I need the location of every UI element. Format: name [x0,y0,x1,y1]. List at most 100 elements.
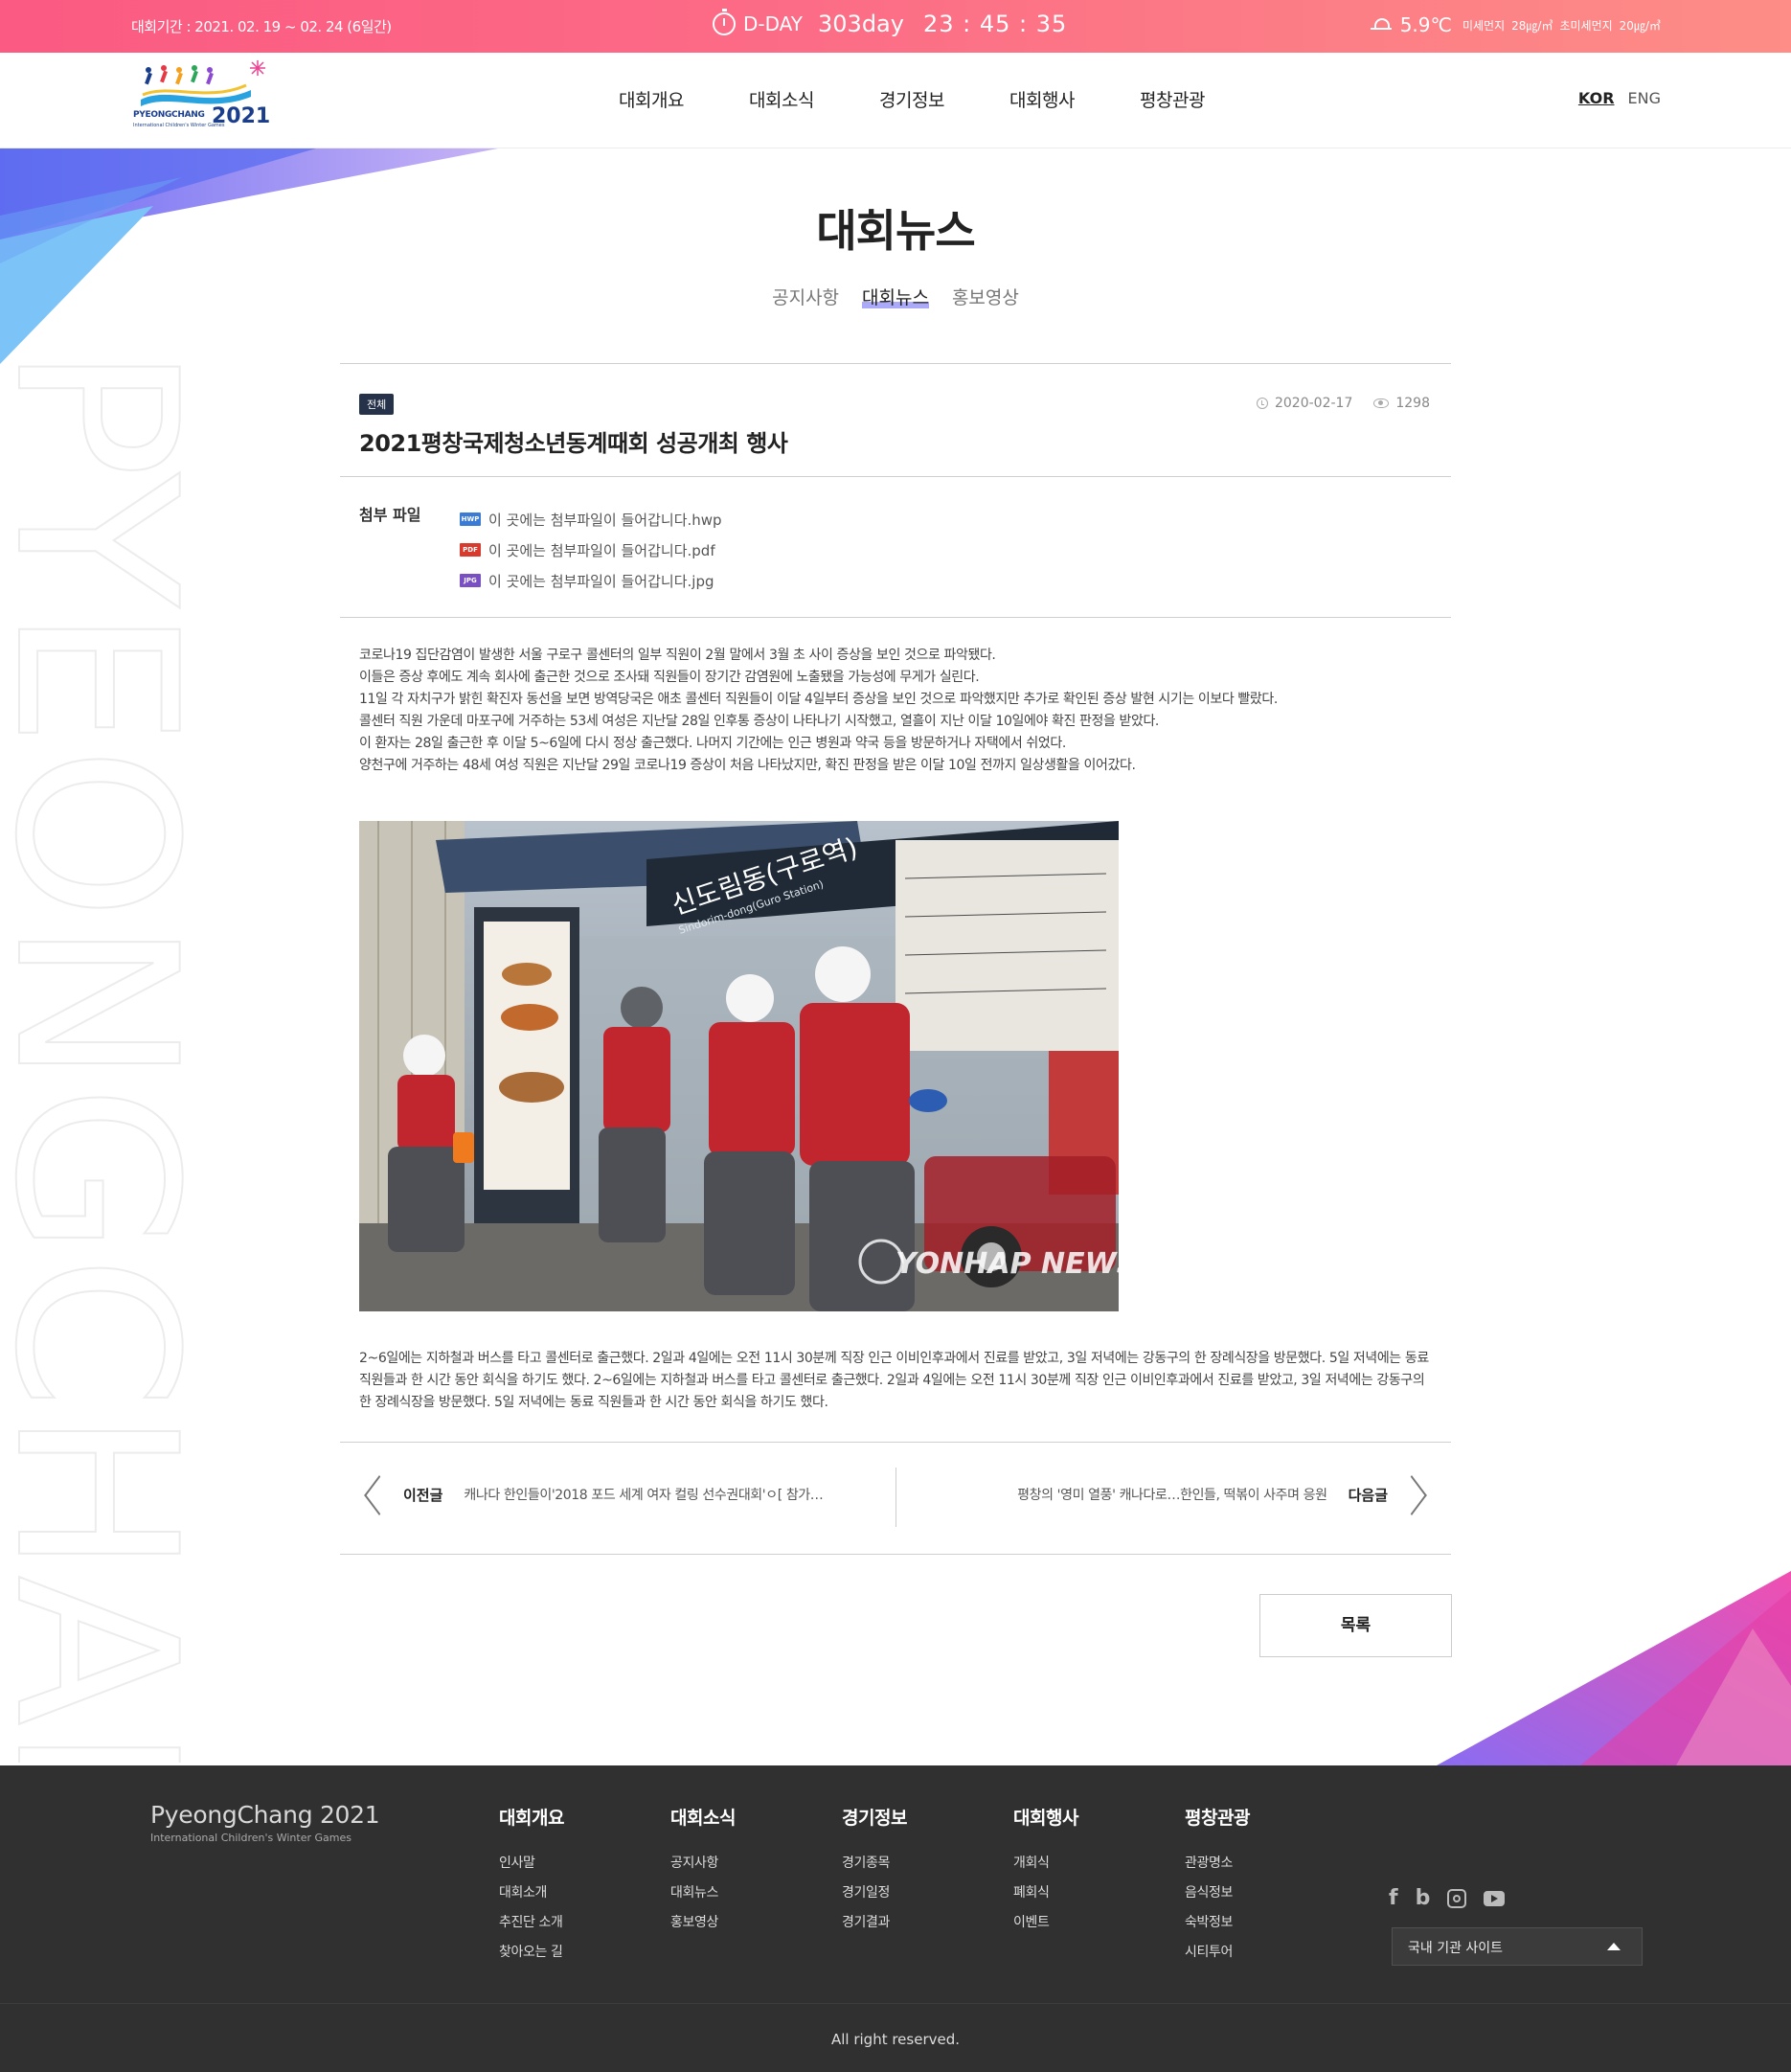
main-nav: 대회개요 대회소식 경기정보 대회행사 평창관광 [619,86,1270,112]
footer-sitemap: 대회개요 인사말 대회소개 추진단 소개 찾아오는 길 대회소식 공지사항 대회… [499,1804,1356,1968]
ultrafine-label: 초미세먼지 [1559,18,1613,33]
article-views-item: 1298 [1373,396,1430,411]
footer-link[interactable]: 대회소개 [499,1878,670,1908]
footer-link[interactable]: 관광명소 [1185,1849,1356,1878]
next-label: 다음글 [1348,1486,1388,1504]
facebook-icon[interactable]: f [1389,1886,1398,1910]
article-title: 2021평창국제청소년동계때회 성공개최 행사 [359,430,788,457]
footer-col-title[interactable]: 경기정보 [842,1804,1013,1830]
footer-link[interactable]: 대회뉴스 [670,1878,842,1908]
site-header: PYEONGCHANG 2021 International Children'… [0,53,1791,148]
footer-link[interactable]: 이벤트 [1013,1908,1185,1938]
jpg-file-icon: JPG [460,574,481,587]
blog-icon[interactable]: b [1416,1886,1431,1910]
attachment-item[interactable]: JPG 이 곳에는 첨부파일이 들어갑니다.jpg [460,565,722,596]
footer-link[interactable]: 시티투어 [1185,1938,1356,1968]
prev-title[interactable]: 캐나다 한인들이'2018 포드 세계 여자 컬링 선수권대회'ㅇ[ 참가… [464,1485,823,1504]
footer-link[interactable]: 추진단 소개 [499,1908,670,1938]
footer-col-title[interactable]: 대회소식 [670,1804,842,1830]
nav-item-news[interactable]: 대회소식 [749,86,879,112]
article-paragraph: 이들은 증상 후에도 계속 회사에 출근한 것으로 조사돼 직원들이 장기간 감… [359,670,980,685]
footer-link[interactable]: 공지사항 [670,1849,842,1878]
dday-counter: D-DAY 303day 23 : 45 : 35 [713,9,1068,37]
youtube-icon[interactable] [1484,1890,1506,1906]
site-logo[interactable]: PYEONGCHANG 2021 International Children'… [131,57,270,137]
chevron-right-icon[interactable] [1409,1475,1430,1514]
attachment-item[interactable]: PDF 이 곳에는 첨부파일이 들어갑니다.pdf [460,535,722,565]
page-title: 대회뉴스 [816,205,975,257]
disinfection-workers-photo: 신도림동(구로역) Sindorim-dong(Guro Station) YO… [359,821,1119,1311]
ultrafine-value: 20㎍/㎥ [1619,18,1661,33]
footer-col-title[interactable]: 대회행사 [1013,1804,1185,1830]
attachment-name[interactable]: 이 곳에는 첨부파일이 들어갑니다.jpg [488,571,714,591]
footer-divider [0,2003,1791,2004]
footer-link[interactable]: 폐회식 [1013,1878,1185,1908]
chevron-left-icon[interactable] [361,1475,382,1514]
footer-col-game-info: 경기정보 경기종목 경기일정 경기결과 [842,1804,1013,1968]
footer-link[interactable]: 홍보영상 [670,1908,842,1938]
tab-promo-video[interactable]: 홍보영상 [952,284,1019,309]
hwp-file-icon: HWP [460,512,481,526]
footer-col-title[interactable]: 대회개요 [499,1804,670,1830]
list-button[interactable]: 목록 [1259,1594,1452,1657]
logo-subtitle: International Children's Winter Games [133,123,225,128]
footer-logo[interactable]: PyeongChang 2021 International Children'… [150,1801,380,1844]
sub-tabs: 공지사항 대회뉴스 홍보영상 [0,284,1791,309]
article-date: 2020-02-17 [1274,396,1353,411]
lang-kor[interactable]: KOR [1578,89,1615,107]
article: 전체 2021평창국제청소년동계때회 성공개최 행사 2020-02-17 12… [340,363,1451,1555]
article-paragraph: 콜센터 직원 가운데 마포구에 거주하는 53세 여성은 지난달 28일 인후통… [359,714,1159,729]
footer-link[interactable]: 개회식 [1013,1849,1185,1878]
dust-label: 미세먼지 [1462,18,1506,33]
attachment-item[interactable]: HWP 이 곳에는 첨부파일이 들어갑니다.hwp [460,504,722,535]
post-navigation: 이전글 캐나다 한인들이'2018 포드 세계 여자 컬링 선수권대회'ㅇ[ 참… [340,1443,1451,1554]
article-header: 전체 2021평창국제청소년동계때회 성공개최 행사 2020-02-17 12… [340,364,1451,476]
skaters-emblem [141,60,265,106]
footer-link[interactable]: 음식정보 [1185,1878,1356,1908]
language-switch: KOR ENG [1578,89,1661,107]
article-paragraph: 11일 각 자치구가 밝힌 확진자 동선을 보면 방역당국은 애초 콜센터 직원… [359,692,1278,707]
pdf-file-icon: PDF [460,543,481,557]
attachment-name[interactable]: 이 곳에는 첨부파일이 들어갑니다.hwp [488,510,722,530]
related-sites-select[interactable]: 국내 기관 사이트 [1392,1927,1643,1966]
nav-item-game-info[interactable]: 경기정보 [879,86,1009,112]
article-paragraph: 2~6일에는 지하철과 버스를 타고 콜센터로 출근했다. 2일과 4일에는 오… [359,1351,1429,1410]
tab-news[interactable]: 대회뉴스 [862,284,929,309]
nav-item-events[interactable]: 대회행사 [1009,86,1140,112]
nav-item-tourism[interactable]: 평창관광 [1140,86,1270,112]
footer-link[interactable]: 숙박정보 [1185,1908,1356,1938]
article-meta: 2020-02-17 1298 [1256,396,1430,411]
prev-label: 이전글 [403,1486,443,1504]
attachment-name[interactable]: 이 곳에는 첨부파일이 들어갑니다.pdf [488,540,715,560]
lang-eng[interactable]: ENG [1628,89,1661,107]
footer-col-news: 대회소식 공지사항 대회뉴스 홍보영상 [670,1804,842,1968]
bottom-right-decoration [1437,1571,1791,1765]
tab-notice[interactable]: 공지사항 [772,284,839,309]
footer-link[interactable]: 찾아오는 길 [499,1938,670,1968]
footer-col-title[interactable]: 평창관광 [1185,1804,1356,1830]
clock-icon [1256,398,1268,409]
next-title[interactable]: 평창의 '영미 열풍' 캐나다로…한인들, 떡볶이 사주며 응원 [1017,1485,1327,1504]
footer-link[interactable]: 경기결과 [842,1908,1013,1938]
footer-col-tourism: 평창관광 관광명소 음식정보 숙박정보 시티투어 [1185,1804,1356,1968]
weather-info: 5.9℃ 미세먼지 28㎍/㎥ 초미세먼지 20㎍/㎥ [1370,13,1661,36]
dday-label: D-DAY [743,12,804,35]
footer-link[interactable]: 경기일정 [842,1878,1013,1908]
instagram-icon[interactable] [1447,1888,1467,1908]
dust-value: 28㎍/㎥ [1511,18,1553,33]
nav-item-overview[interactable]: 대회개요 [619,86,749,112]
dday-clock: 23 : 45 : 35 [922,11,1068,37]
copyright: All right reserved. [830,2031,961,2048]
footer-link[interactable]: 경기종목 [842,1849,1013,1878]
event-period: 대회기간 : 2021. 02. 19 ~ 02. 24 (6일간) [131,18,392,35]
next-post[interactable]: 평창의 '영미 열풍' 캐나다로…한인들, 떡볶이 사주며 응원 다음글 [1017,1475,1430,1514]
footer-link[interactable]: 인사말 [499,1849,670,1878]
category-badge: 전체 [359,394,395,415]
stopwatch-icon [713,9,736,35]
logo-wordmark: PYEONGCHANG [133,110,205,120]
attachments: 첨부 파일 HWP 이 곳에는 첨부파일이 들어갑니다.hwp PDF 이 곳에는 … [340,477,1451,617]
divider [340,1554,1451,1555]
prev-post[interactable]: 이전글 캐나다 한인들이'2018 포드 세계 여자 컬링 선수권대회'ㅇ[ 참… [361,1475,824,1514]
top-info-bar: 대회기간 : 2021. 02. 19 ~ 02. 24 (6일간) D-DAY… [0,0,1791,53]
temperature: 5.9℃ [1399,13,1452,36]
